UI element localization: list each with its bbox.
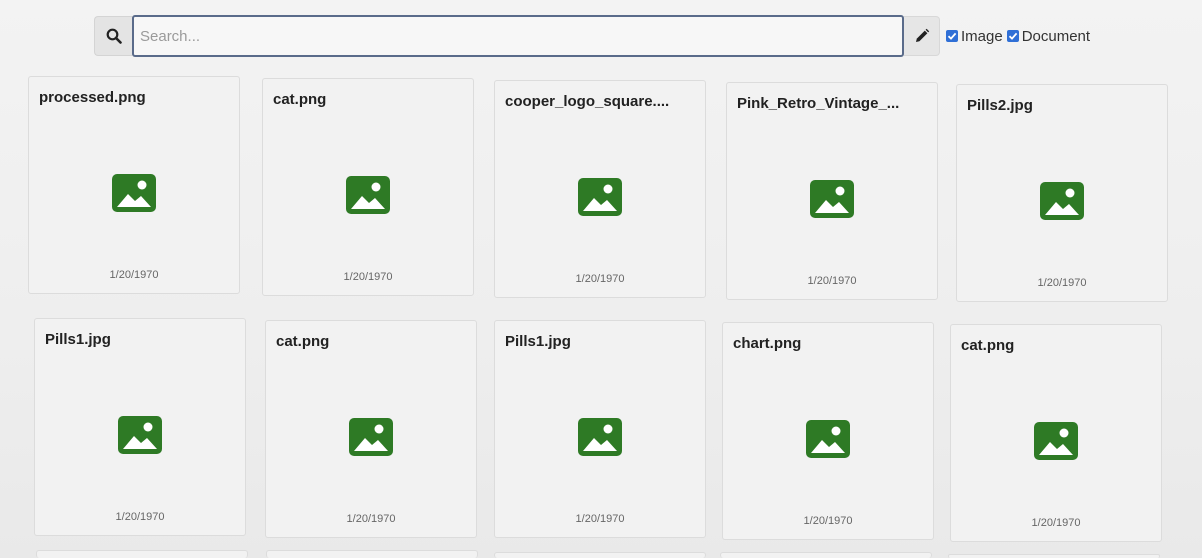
filter-document-label: Document [1021, 27, 1091, 45]
file-card[interactable]: cat.png 1/20/1970 [265, 320, 477, 538]
file-card[interactable] [36, 550, 248, 558]
search-button[interactable] [94, 16, 132, 56]
image-icon [578, 418, 622, 456]
file-name: processed.png [39, 89, 146, 106]
file-card[interactable] [494, 552, 706, 558]
image-icon [349, 418, 393, 456]
file-card[interactable]: Pills2.jpg 1/20/1970 [956, 84, 1168, 302]
file-name: cat.png [961, 337, 1015, 354]
file-name: Pills1.jpg [45, 331, 111, 348]
file-card[interactable]: processed.png 1/20/1970 [28, 76, 240, 294]
edit-button[interactable] [904, 16, 940, 56]
filter-image-label: Image [961, 27, 1003, 45]
checkbox-checked-icon[interactable] [946, 30, 958, 42]
file-card[interactable]: Pink_Retro_Vintage_... 1/20/1970 [726, 82, 938, 300]
image-icon [578, 178, 622, 216]
file-card[interactable] [266, 550, 478, 558]
file-card[interactable]: Pills1.jpg 1/20/1970 [494, 320, 706, 538]
image-icon [810, 180, 854, 218]
checkbox-checked-icon[interactable] [1006, 30, 1019, 42]
file-date: 1/20/1970 [575, 273, 625, 285]
file-date: 1/20/1970 [1031, 517, 1081, 529]
file-name: cat.png [273, 91, 327, 108]
file-name: Pills2.jpg [967, 97, 1033, 114]
file-name: Pink_Retro_Vintage_... [737, 95, 900, 112]
image-icon [112, 174, 156, 212]
search-icon [106, 28, 122, 44]
file-date: 1/20/1970 [1037, 277, 1087, 289]
file-date: 1/20/1970 [346, 513, 396, 525]
image-icon [1040, 182, 1084, 220]
file-grid: processed.png 1/20/1970 cat.png 1/20/197… [0, 0, 1202, 558]
filter-document[interactable]: Document [1006, 27, 1091, 45]
file-browser: processed.png 1/20/1970 cat.png 1/20/197… [0, 0, 1202, 558]
pencil-icon [915, 28, 929, 42]
file-card[interactable]: cat.png 1/20/1970 [262, 78, 474, 296]
toolbar: Image Document [94, 13, 1134, 59]
file-card[interactable]: chart.png 1/20/1970 [722, 322, 934, 540]
file-date: 1/20/1970 [343, 271, 393, 283]
file-name: cooper_logo_square.... [505, 93, 670, 110]
file-card[interactable]: cat.png 1/20/1970 [950, 324, 1162, 542]
file-card[interactable] [948, 554, 1160, 558]
file-name: chart.png [733, 335, 802, 352]
filter-image[interactable]: Image [946, 28, 1003, 45]
file-name: cat.png [276, 333, 330, 350]
file-date: 1/20/1970 [575, 513, 625, 525]
file-date: 1/20/1970 [803, 515, 853, 527]
file-date: 1/20/1970 [115, 511, 165, 523]
image-icon [1034, 422, 1078, 460]
image-icon [118, 416, 162, 454]
image-icon [806, 420, 850, 458]
search-input[interactable] [132, 15, 904, 57]
file-date: 1/20/1970 [109, 269, 159, 281]
file-date: 1/20/1970 [807, 275, 857, 287]
image-icon [346, 176, 390, 214]
file-card[interactable]: Pills1.jpg 1/20/1970 [34, 318, 246, 536]
file-name: Pills1.jpg [505, 333, 571, 350]
type-filters: Image Document [946, 28, 1094, 45]
file-card[interactable]: cooper_logo_square.... 1/20/1970 [494, 80, 706, 298]
file-card[interactable] [720, 552, 932, 558]
